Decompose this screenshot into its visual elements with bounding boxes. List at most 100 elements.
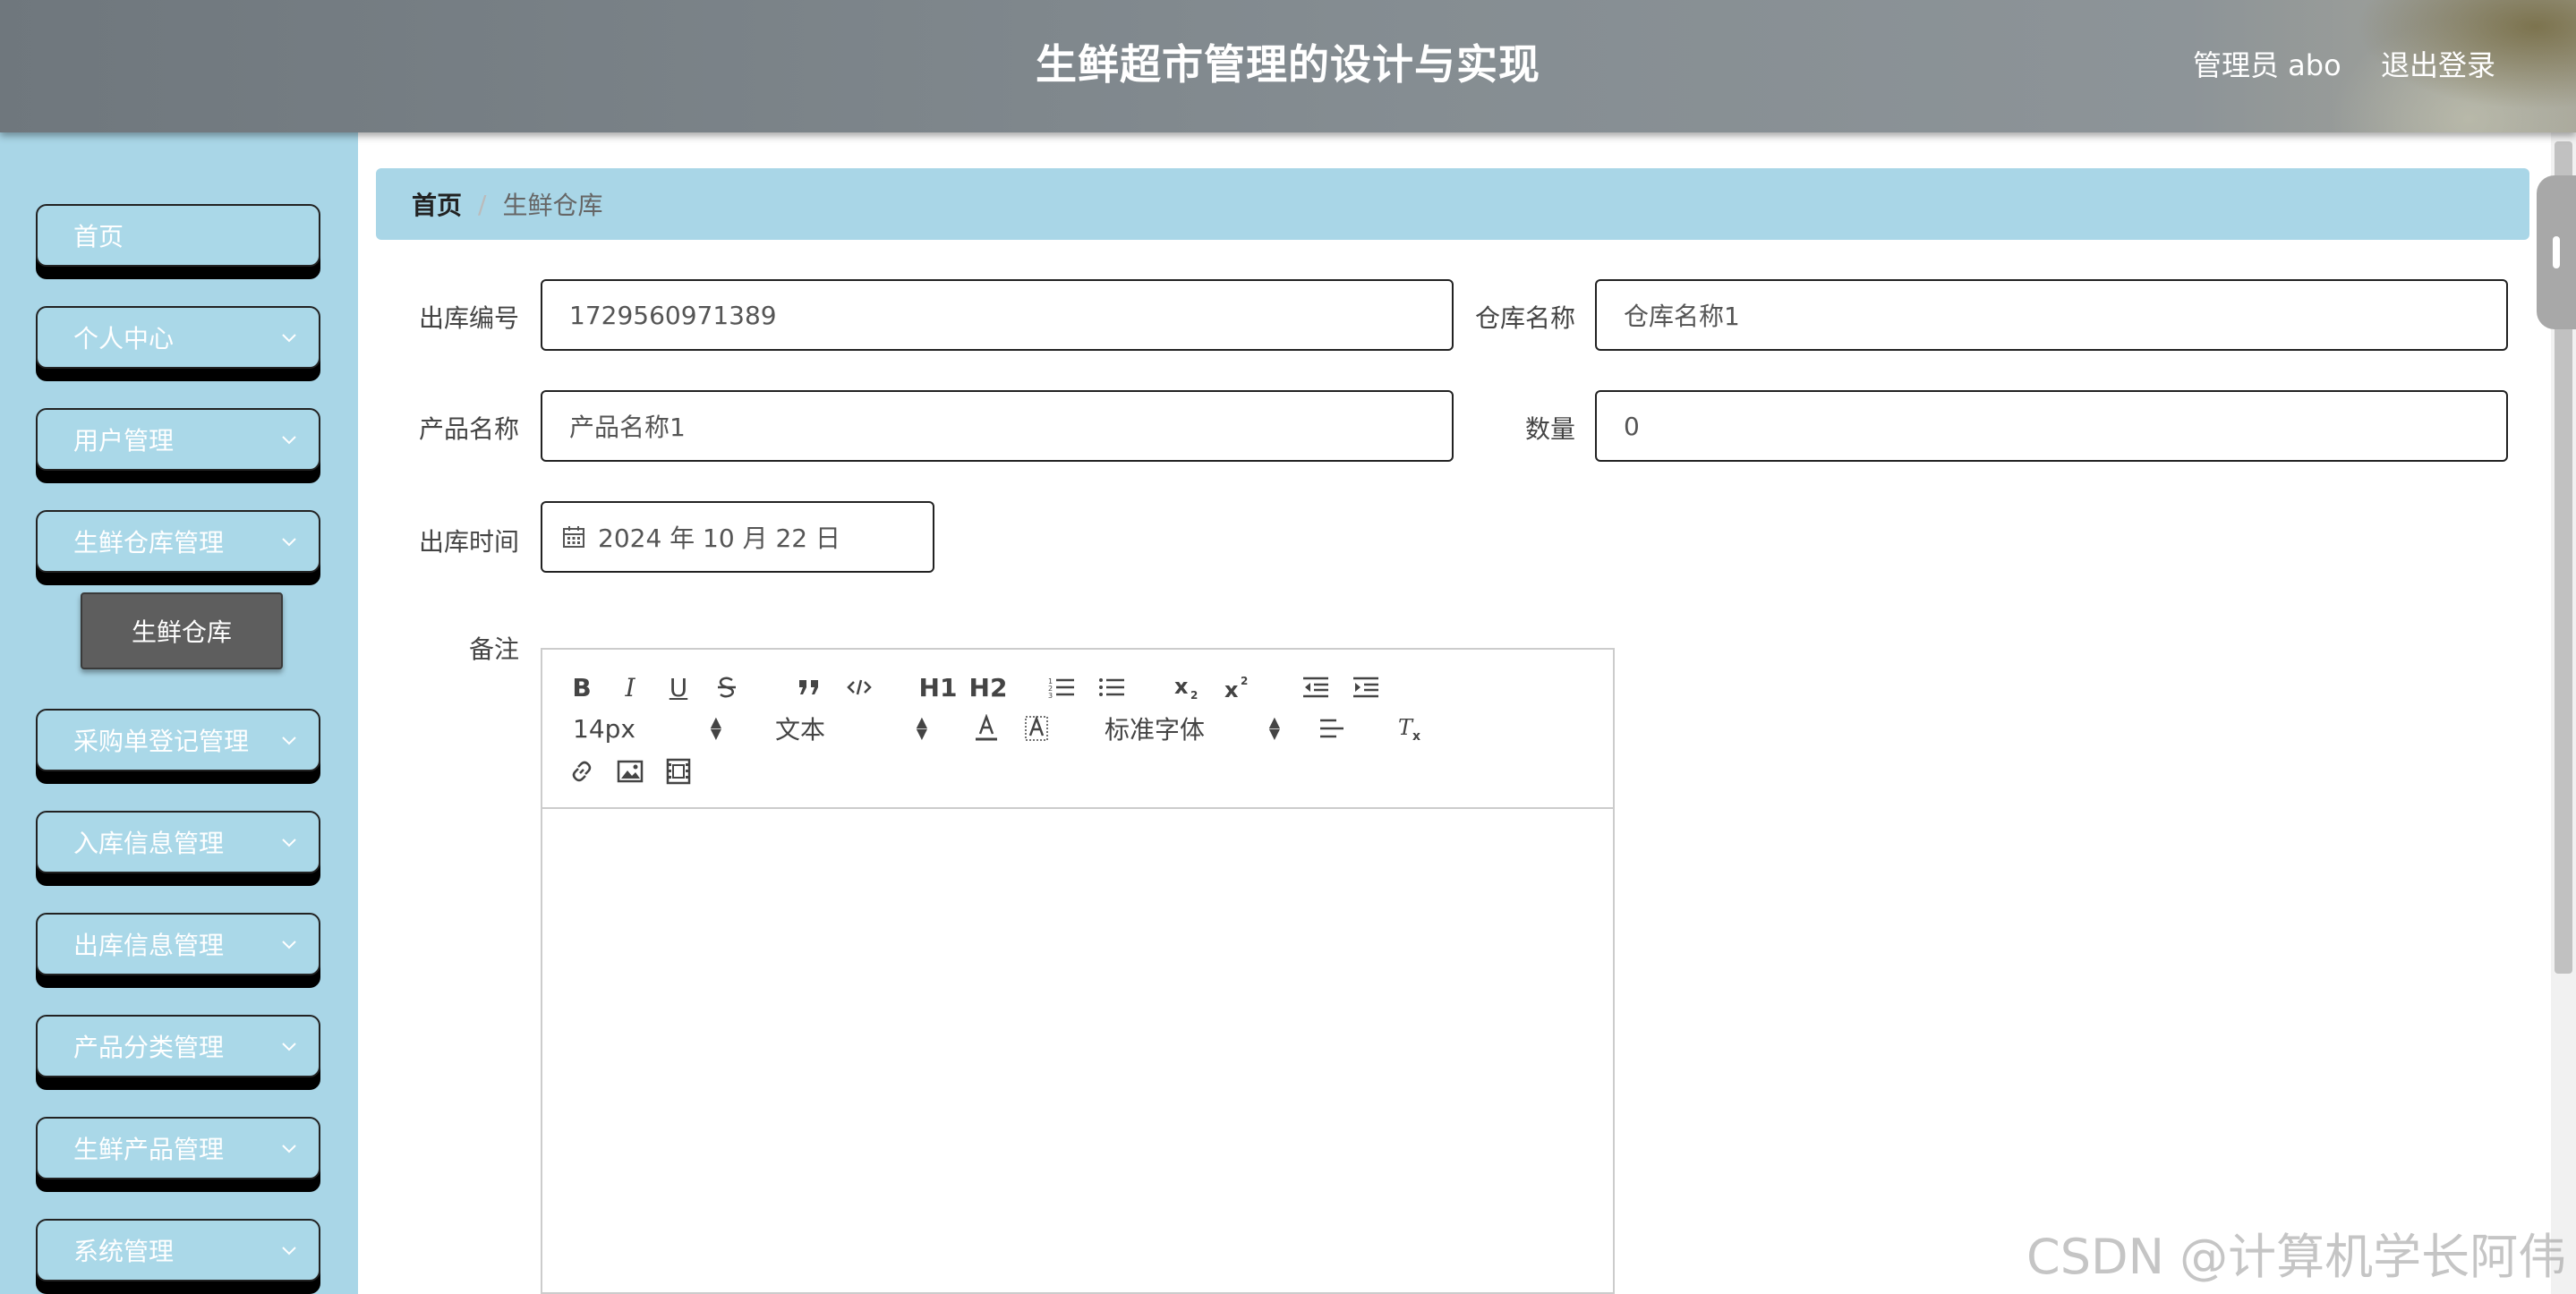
submenu-item-warehouse[interactable]: 生鲜仓库 [81, 592, 283, 669]
breadcrumb-separator: / [478, 189, 487, 219]
outdent-button[interactable] [1300, 669, 1332, 705]
quantity-label: 数量 [1524, 414, 1575, 444]
font-color-button[interactable] [968, 711, 1004, 746]
current-user: 管理员 abo [2193, 48, 2341, 82]
svg-text:2: 2 [1190, 689, 1198, 701]
indent-button[interactable] [1350, 669, 1382, 705]
chevron-down-icon [282, 1043, 296, 1051]
watermark: CSDN @计算机学长阿伟 [2026, 1229, 2567, 1285]
top-header: 生鲜超市管理的设计与实现 管理员 abo 退出登录 [0, 0, 2576, 132]
font-family-select[interactable]: 标准字体 ▲ ▼ [1105, 711, 1280, 746]
clear-format-button[interactable]: Tx [1393, 711, 1429, 746]
video-button[interactable] [662, 753, 695, 789]
out-time-value: 2024 年 10 月 22 日 [598, 524, 841, 553]
svg-text:3: 3 [1048, 692, 1053, 699]
product-name-field[interactable]: 产品名称1 [541, 390, 1454, 462]
link-icon [572, 761, 592, 782]
blockquote-button[interactable] [793, 669, 825, 705]
sidebar-item-product-management[interactable]: 生鲜产品管理 [36, 1117, 320, 1179]
select-arrows-icon: ▲ ▼ [916, 713, 927, 742]
bullet-list-button[interactable] [1096, 669, 1128, 705]
italic-button[interactable]: I [614, 669, 646, 705]
link-button[interactable] [566, 753, 598, 789]
align-button[interactable] [1316, 711, 1348, 746]
warehouse-name-label: 仓库名称 [1474, 303, 1575, 333]
quantity-field[interactable]: 0 [1595, 390, 2508, 462]
sidebar-item-purchase-management[interactable]: 采购单登记管理 [36, 709, 320, 771]
select-arrows-icon: ▲ ▼ [710, 713, 721, 742]
editor-content-area[interactable] [542, 811, 1613, 1292]
out-no-field[interactable]: 1729560971389 [541, 279, 1454, 351]
out-time-field[interactable]: 2024 年 10 月 22 日 [541, 501, 934, 573]
out-no-label: 出库编号 [418, 303, 519, 333]
sidebar-item-inbound-management[interactable]: 入库信息管理 [36, 811, 320, 873]
out-no-value: 1729560971389 [569, 300, 777, 330]
svg-text:x: x [1412, 729, 1420, 742]
subscript-button[interactable]: x2 [1173, 669, 1208, 705]
sidebar-item-label: 个人中心 [73, 324, 175, 353]
svg-text:x: x [1224, 677, 1239, 701]
image-button[interactable] [614, 753, 646, 789]
clear-format-icon: Tx [1398, 715, 1420, 742]
breadcrumb: 首页 / 生鲜仓库 [376, 168, 2529, 240]
indent-icon [1353, 677, 1378, 698]
image-icon [617, 760, 644, 783]
chevron-down-icon [282, 839, 296, 847]
h2-button[interactable]: H2 [968, 669, 1008, 705]
sidebar-item-outbound-management[interactable]: 出库信息管理 [36, 913, 320, 975]
superscript-icon: x2 [1224, 675, 1248, 701]
warehouse-name-field[interactable]: 仓库名称1 [1595, 279, 2508, 351]
sidebar-item-label: 首页 [73, 222, 124, 251]
side-panel-handle[interactable] [2537, 175, 2576, 329]
bold-button[interactable]: B [566, 669, 598, 705]
align-left-icon [1320, 719, 1343, 738]
chevron-down-icon [282, 334, 296, 343]
sidebar-item-category-management[interactable]: 产品分类管理 [36, 1015, 320, 1077]
font-size-select[interactable]: 14px ▲ ▼ [573, 711, 721, 746]
sidebar-item-label: 系统管理 [73, 1237, 175, 1266]
chevron-down-icon [282, 736, 296, 745]
strike-button[interactable] [711, 669, 743, 705]
h1-button[interactable]: H1 [918, 669, 958, 705]
sidebar: 首页 个人中心 用户管理 生鲜仓库管理 生鲜仓库 采购单登记管理 入库信息管理 … [0, 132, 358, 1294]
logout-link[interactable]: 退出登录 [2381, 43, 2495, 84]
sidebar-item-label: 生鲜产品管理 [73, 1135, 225, 1164]
sidebar-item-label: 出库信息管理 [73, 931, 225, 960]
code-block-button[interactable] [843, 669, 875, 705]
chevron-down-icon [282, 941, 296, 949]
editor-toolbar: B I U H1 H2 123 x2 x2 14px ▲ ▼ 文本 ▲ ▼ 标准… [542, 650, 1613, 809]
select-arrows-icon: ▲ ▼ [1268, 713, 1280, 742]
block-type-select[interactable]: 文本 ▲ ▼ [775, 711, 927, 746]
breadcrumb-current: 生鲜仓库 [502, 191, 603, 220]
bullet-list-icon [1099, 678, 1124, 696]
font-color-icon [976, 714, 997, 741]
ordered-list-button[interactable]: 123 [1045, 669, 1078, 705]
handle-grip-icon [2553, 236, 2560, 268]
warehouse-name-value: 仓库名称1 [1624, 302, 1740, 331]
superscript-button[interactable]: x2 [1223, 669, 1258, 705]
sidebar-item-system-management[interactable]: 系统管理 [36, 1219, 320, 1281]
outdent-icon [1303, 677, 1328, 698]
svg-text:x: x [1174, 674, 1189, 699]
sidebar-item-home[interactable]: 首页 [36, 204, 320, 267]
subscript-icon: x2 [1174, 674, 1198, 701]
sidebar-item-personal-center[interactable]: 个人中心 [36, 306, 320, 369]
svg-text:2: 2 [1241, 675, 1248, 687]
sidebar-item-warehouse-management[interactable]: 生鲜仓库管理 [36, 510, 320, 573]
product-name-label: 产品名称 [418, 414, 519, 444]
quote-icon [799, 680, 818, 694]
underline-button[interactable]: U [662, 669, 695, 705]
quantity-value: 0 [1624, 411, 1640, 441]
sidebar-item-user-management[interactable]: 用户管理 [36, 408, 320, 471]
remark-label: 备注 [468, 634, 519, 664]
rich-text-editor: B I U H1 H2 123 x2 x2 14px ▲ ▼ 文本 ▲ ▼ 标准… [541, 648, 1615, 1294]
sidebar-item-label: 入库信息管理 [73, 829, 225, 858]
sidebar-item-label: 生鲜仓库管理 [73, 528, 225, 558]
strikethrough-icon [718, 677, 736, 698]
breadcrumb-home[interactable]: 首页 [412, 186, 462, 222]
highlight-color-icon [1025, 715, 1048, 741]
sidebar-item-label: 采购单登记管理 [73, 727, 250, 756]
calendar-icon [563, 526, 584, 548]
background-color-button[interactable] [1019, 711, 1054, 746]
out-time-label: 出库时间 [418, 527, 519, 557]
